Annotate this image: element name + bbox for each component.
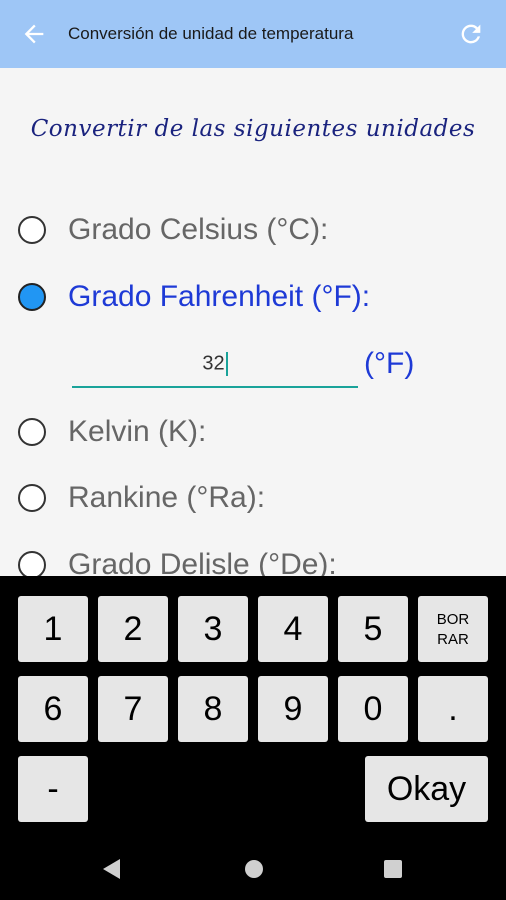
refresh-icon[interactable] [457, 20, 485, 48]
key-5[interactable]: 5 [338, 596, 408, 662]
option-label: Grado Celsius (°C): [68, 213, 329, 246]
radio-fahrenheit[interactable] [18, 283, 46, 311]
key-1[interactable]: 1 [18, 596, 88, 662]
key-0[interactable]: 0 [338, 676, 408, 742]
key-4[interactable]: 4 [258, 596, 328, 662]
option-label: Rankine (°Ra): [68, 481, 266, 514]
option-label: Grado Fahrenheit (°F): [68, 280, 371, 313]
option-label: Grado Delisle (°De): [68, 548, 337, 576]
key-3[interactable]: 3 [178, 596, 248, 662]
key-8[interactable]: 8 [178, 676, 248, 742]
key-9[interactable]: 9 [258, 676, 328, 742]
key-delete[interactable]: BOR RAR [418, 596, 488, 662]
okay-button[interactable]: Okay [365, 756, 488, 822]
back-triangle-icon[interactable] [101, 858, 123, 880]
radio-kelvin[interactable] [18, 418, 46, 446]
app-bar: Conversión de unidad de temperatura [0, 0, 506, 68]
key-2[interactable]: 2 [98, 596, 168, 662]
home-circle-icon[interactable] [243, 858, 265, 880]
value-input[interactable]: 32 [72, 344, 358, 388]
input-value: 32 [202, 352, 225, 375]
radio-rankine[interactable] [18, 484, 46, 512]
page-title: Conversión de unidad de temperatura [68, 24, 354, 43]
section-heading: Convertir de las siguientes unidades [30, 116, 476, 142]
key-7[interactable]: 7 [98, 676, 168, 742]
input-unit: (°F) [364, 347, 415, 380]
key-6[interactable]: 6 [18, 676, 88, 742]
option-label: Kelvin (K): [68, 415, 207, 448]
radio-delisle[interactable] [18, 551, 46, 576]
key-decimal[interactable]: . [418, 676, 488, 742]
key-minus[interactable]: - [18, 756, 88, 822]
text-caret [225, 352, 228, 376]
value-input-row: 32 (°F) [72, 344, 422, 394]
numeric-keypad: 1 2 3 4 5 BOR RAR 6 7 8 9 0 . - Okay [0, 576, 506, 834]
arrow-left-icon[interactable] [20, 20, 48, 48]
content-area: Convertir de las siguientes unidades Gra… [0, 68, 506, 576]
recents-square-icon[interactable] [383, 859, 403, 879]
system-nav-bar [0, 834, 506, 900]
radio-celsius[interactable] [18, 216, 46, 244]
